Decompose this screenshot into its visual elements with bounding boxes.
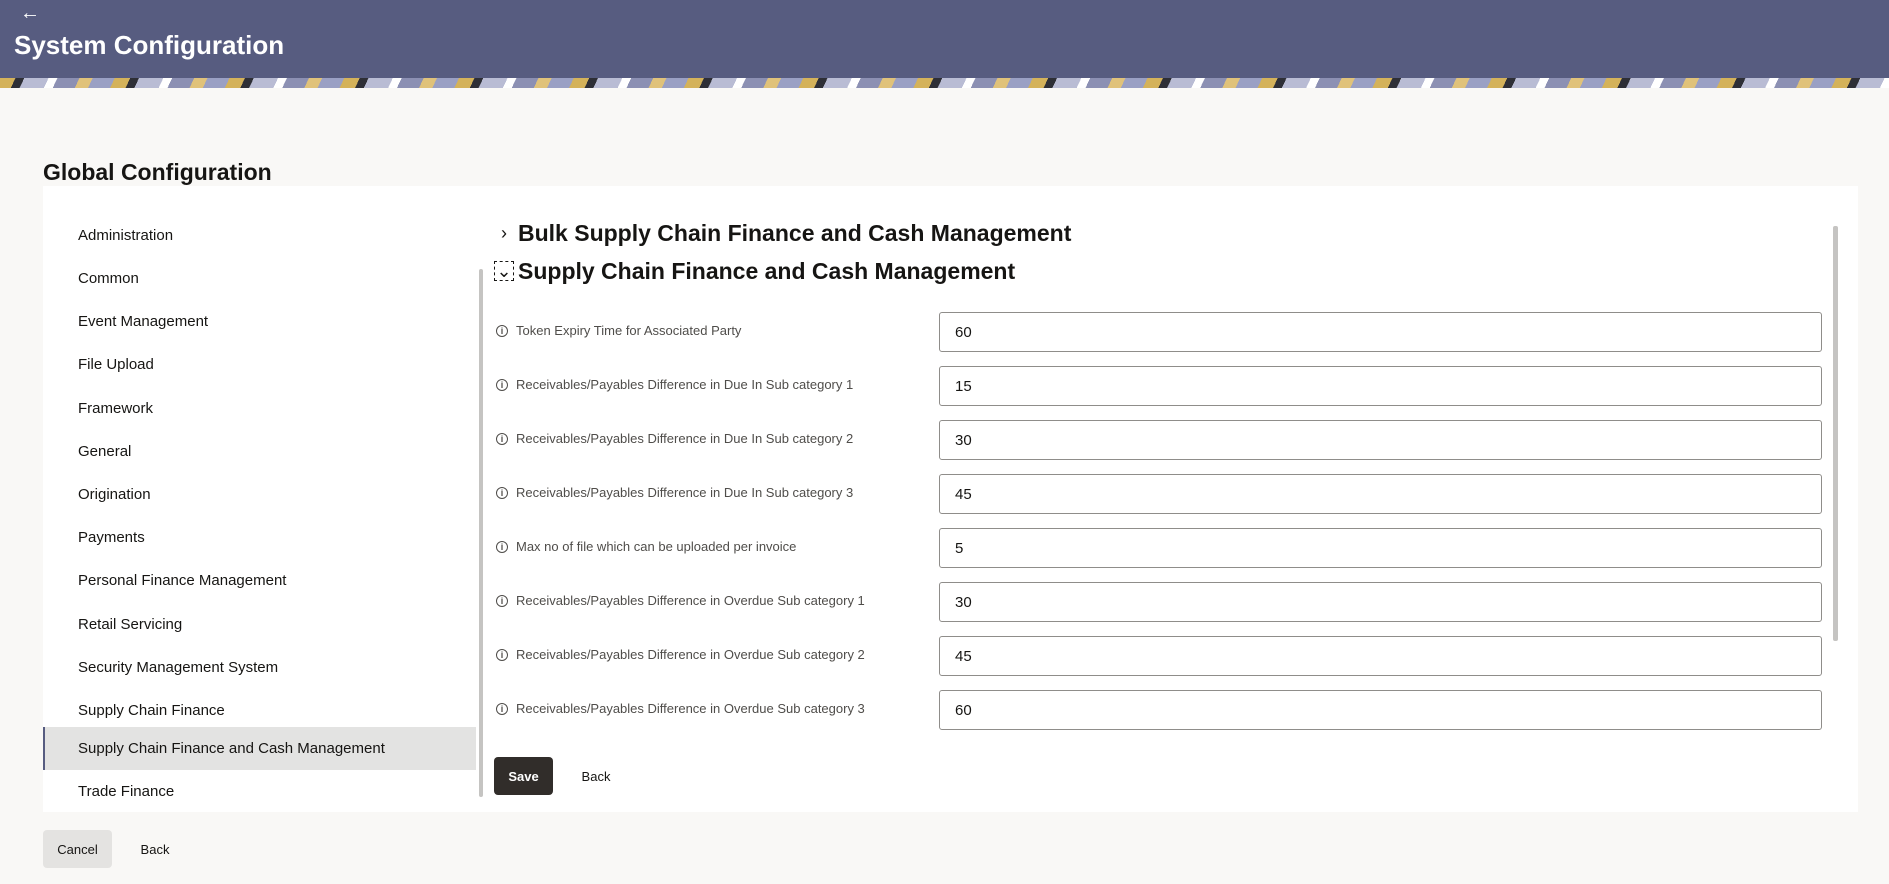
accordion-label: Supply Chain Finance and Cash Management	[518, 257, 1016, 284]
back-button[interactable]: Back	[571, 757, 621, 795]
nav-item-trade-finance[interactable]: Trade Finance	[43, 770, 476, 813]
field-label-overdue-sub-2: i Receivables/Payables Difference in Ove…	[496, 647, 865, 662]
nav-item-security-management-system[interactable]: Security Management System	[43, 646, 476, 689]
nav-item-general[interactable]: General	[43, 430, 476, 473]
info-icon[interactable]: i	[496, 432, 508, 445]
nav-item-retail-servicing[interactable]: Retail Servicing	[43, 603, 476, 646]
nav-item-file-upload[interactable]: File Upload	[43, 343, 476, 386]
overdue-sub-category-3-input[interactable]	[939, 690, 1822, 730]
nav-item-supply-chain-finance-cash-management[interactable]: Supply Chain Finance and Cash Management	[43, 727, 476, 770]
info-icon[interactable]: i	[496, 648, 508, 661]
info-icon[interactable]: i	[496, 702, 508, 715]
max-files-per-invoice-input[interactable]	[939, 528, 1822, 568]
content-scrollbar[interactable]	[1832, 216, 1839, 736]
chevron-right-icon: ›	[501, 222, 507, 243]
footer-back-button[interactable]: Back	[130, 830, 180, 868]
info-icon[interactable]: i	[496, 486, 508, 499]
field-label-due-in-sub-3: i Receivables/Payables Difference in Due…	[496, 485, 853, 500]
arrow-left-icon[interactable]: ←	[20, 2, 42, 24]
chevron-down-icon: ⌄	[494, 261, 514, 281]
info-icon[interactable]: i	[496, 594, 508, 607]
due-in-sub-category-2-input[interactable]	[939, 420, 1822, 460]
info-icon[interactable]: i	[496, 378, 508, 391]
category-nav: Administration Common Event Management F…	[43, 214, 476, 812]
field-label-max-files: i Max no of file which can be uploaded p…	[496, 539, 796, 554]
app-header: ← System Configuration	[0, 0, 1889, 88]
header-decorative-band	[0, 78, 1889, 88]
info-icon[interactable]: i	[496, 540, 508, 553]
nav-item-common[interactable]: Common	[43, 257, 476, 300]
page-title: System Configuration	[14, 30, 285, 60]
nav-item-personal-finance-management[interactable]: Personal Finance Management	[43, 559, 476, 602]
due-in-sub-category-3-input[interactable]	[939, 474, 1822, 514]
field-label-token-expiry: i Token Expiry Time for Associated Party	[496, 323, 741, 338]
nav-item-event-management[interactable]: Event Management	[43, 300, 476, 343]
accordion-scf-cash-management[interactable]: ⌄ Supply Chain Finance and Cash Manageme…	[494, 255, 1015, 287]
overdue-sub-category-1-input[interactable]	[939, 582, 1822, 622]
nav-item-payments[interactable]: Payments	[43, 516, 476, 559]
token-expiry-input[interactable]	[939, 312, 1822, 352]
due-in-sub-category-1-input[interactable]	[939, 366, 1822, 406]
nav-item-administration[interactable]: Administration	[43, 214, 476, 257]
field-label-due-in-sub-1: i Receivables/Payables Difference in Due…	[496, 377, 853, 392]
info-icon[interactable]: i	[496, 324, 508, 337]
nav-scrollbar-thumb[interactable]	[479, 269, 483, 797]
cancel-button[interactable]: Cancel	[43, 830, 112, 868]
save-button[interactable]: Save	[494, 757, 553, 795]
accordion-label: Bulk Supply Chain Finance and Cash Manag…	[518, 219, 1072, 246]
nav-item-origination[interactable]: Origination	[43, 473, 476, 516]
section-title: Global Configuration	[43, 159, 272, 185]
content-scrollbar-thumb[interactable]	[1833, 226, 1838, 641]
field-label-overdue-sub-3: i Receivables/Payables Difference in Ove…	[496, 701, 865, 716]
field-label-due-in-sub-2: i Receivables/Payables Difference in Due…	[496, 431, 853, 446]
accordion-bulk-scf-cash-management[interactable]: › Bulk Supply Chain Finance and Cash Man…	[494, 217, 1071, 249]
field-label-overdue-sub-1: i Receivables/Payables Difference in Ove…	[496, 593, 865, 608]
nav-scrollbar[interactable]	[478, 214, 484, 812]
nav-item-supply-chain-finance[interactable]: Supply Chain Finance	[43, 689, 476, 732]
nav-item-framework[interactable]: Framework	[43, 387, 476, 430]
overdue-sub-category-2-input[interactable]	[939, 636, 1822, 676]
